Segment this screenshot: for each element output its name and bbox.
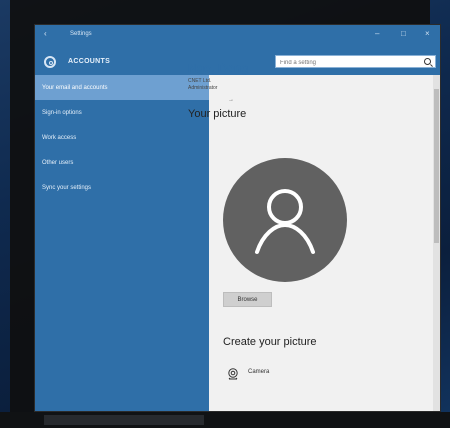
window-title: Settings bbox=[70, 31, 92, 37]
sidebar-item-sign-in-options[interactable]: Sign-in options bbox=[35, 100, 209, 125]
sidebar-item-label: Sign-in options bbox=[42, 109, 82, 116]
sidebar-item-work-access[interactable]: Work access bbox=[35, 125, 209, 150]
user-role: Administrator bbox=[188, 85, 218, 91]
camera-icon[interactable] bbox=[226, 367, 240, 381]
search-icon[interactable] bbox=[424, 58, 431, 65]
sidebar-item-label: Sync your settings bbox=[42, 184, 92, 191]
minimize-button[interactable]: – bbox=[375, 30, 379, 38]
sidebar: Your email and accounts Sign-in options … bbox=[35, 75, 209, 411]
maximize-button[interactable]: □ bbox=[401, 30, 406, 38]
title-bar: ‹ Settings – □ × bbox=[35, 25, 440, 45]
sidebar-item-label: Other users bbox=[42, 159, 74, 166]
camera-icon-svg bbox=[228, 368, 238, 380]
sidebar-item-other-users[interactable]: Other users bbox=[35, 150, 209, 175]
sidebar-item-sync-settings[interactable]: Sync your settings bbox=[35, 175, 209, 200]
camera-label[interactable]: Camera bbox=[248, 369, 269, 375]
small-arrow-icon: → bbox=[228, 97, 234, 103]
settings-search-box[interactable] bbox=[275, 55, 436, 68]
taskbar bbox=[0, 412, 450, 428]
create-picture-title: Create your picture bbox=[223, 336, 317, 348]
sidebar-item-email-accounts[interactable]: Your email and accounts bbox=[35, 75, 209, 100]
user-avatar bbox=[223, 158, 347, 282]
gear-icon bbox=[44, 56, 56, 68]
sidebar-item-label: Your email and accounts bbox=[42, 84, 108, 91]
user-silhouette-icon bbox=[255, 189, 315, 254]
user-details: CNET Ltd. Administrator bbox=[188, 78, 217, 92]
user-organization: CNET Ltd. bbox=[188, 78, 212, 84]
back-arrow-icon[interactable]: ‹ bbox=[44, 30, 47, 38]
browse-button[interactable]: Browse bbox=[223, 292, 272, 307]
your-picture-title: Your picture bbox=[188, 108, 247, 120]
section-title: ACCOUNTS bbox=[68, 58, 111, 65]
user-name: Ngo, Dong bbox=[188, 61, 249, 75]
sidebar-item-label: Work access bbox=[42, 134, 77, 141]
scrollbar-thumb[interactable] bbox=[434, 89, 439, 243]
taskbar-search[interactable] bbox=[44, 415, 204, 425]
search-input[interactable] bbox=[280, 58, 420, 67]
close-button[interactable]: × bbox=[425, 30, 430, 38]
content-scrollbar[interactable] bbox=[433, 75, 440, 411]
